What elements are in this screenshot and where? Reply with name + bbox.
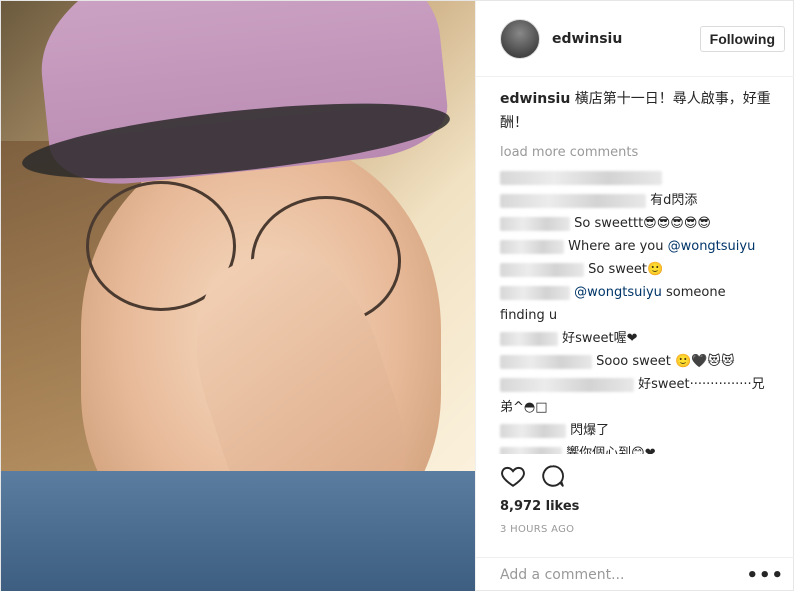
comment-text: 好sweet喔❤ bbox=[562, 331, 638, 346]
add-comment-bar: Add a comment... ••• bbox=[476, 557, 794, 591]
caption-username[interactable]: edwinsiu bbox=[500, 91, 570, 107]
comment-item bbox=[500, 166, 771, 189]
comment-item: 好sweet···············兄弟^◓□ bbox=[500, 373, 771, 419]
comment-username[interactable] bbox=[500, 377, 634, 392]
comment-icon[interactable] bbox=[540, 463, 566, 489]
comment-text: So sweet🙂 bbox=[588, 262, 664, 277]
header-username[interactable]: edwinsiu bbox=[552, 31, 700, 47]
comment-item: 好sweet喔❤ bbox=[500, 327, 771, 350]
post-actions bbox=[500, 463, 566, 489]
comment-username[interactable] bbox=[500, 331, 558, 346]
comment-username[interactable] bbox=[500, 354, 592, 369]
comment-username[interactable] bbox=[500, 262, 584, 277]
comment-text: Sooo sweet 🙂🖤😻😻 bbox=[596, 354, 735, 369]
comment-item: 閃爆了 bbox=[500, 419, 771, 442]
following-button[interactable]: Following bbox=[699, 25, 785, 52]
comment-item: Sooo sweet 🙂🖤😻😻 bbox=[500, 350, 771, 373]
comment-username[interactable] bbox=[500, 170, 662, 185]
comment-username[interactable] bbox=[500, 216, 570, 231]
comment-username[interactable] bbox=[500, 239, 564, 254]
post-sidebar: edwinsiu Following edwinsiu 橫店第十一日！尋人啟事，… bbox=[475, 1, 794, 591]
comment-text: 閃爆了 bbox=[570, 423, 610, 438]
comment-text: 有d閃添 bbox=[650, 193, 698, 208]
comment-item: 有d閃添 bbox=[500, 189, 771, 212]
comment-username[interactable] bbox=[500, 446, 562, 454]
heart-icon[interactable] bbox=[500, 463, 526, 489]
comment-mention[interactable]: @wongtsuiyu bbox=[668, 239, 756, 254]
load-more-comments[interactable]: load more comments bbox=[500, 141, 771, 164]
comment-username[interactable] bbox=[500, 285, 570, 300]
comment-text: So sweettt😎😎😎😎😎 bbox=[574, 216, 711, 231]
add-comment-input[interactable]: Add a comment... bbox=[500, 567, 746, 583]
post-header: edwinsiu Following bbox=[476, 1, 794, 77]
likes-count[interactable]: 8,972 likes bbox=[500, 499, 579, 514]
comment-item: 響你個心到😊❤ bbox=[500, 442, 771, 454]
comment-username[interactable] bbox=[500, 423, 566, 438]
comment-item: @wongtsuiyu someone finding u bbox=[500, 281, 771, 327]
comment-item: So sweet🙂 bbox=[500, 258, 771, 281]
comment-text: 響你個心到😊❤ bbox=[566, 446, 656, 454]
comment-mention[interactable]: @wongtsuiyu bbox=[574, 285, 662, 300]
comment-item: So sweettt😎😎😎😎😎 bbox=[500, 212, 771, 235]
comment-item: Where are you @wongtsuiyu bbox=[500, 235, 771, 258]
comments-list: edwinsiu 橫店第十一日！尋人啟事，好重酬！ load more comm… bbox=[476, 77, 794, 454]
comment-username[interactable] bbox=[500, 193, 646, 208]
post-timestamp[interactable]: 3 HOURS AGO bbox=[500, 524, 574, 535]
more-options-icon[interactable]: ••• bbox=[746, 565, 784, 586]
comment-text: Where are you bbox=[568, 239, 668, 254]
avatar[interactable] bbox=[500, 18, 540, 59]
post-photo[interactable] bbox=[1, 1, 475, 591]
caption: edwinsiu 橫店第十一日！尋人啟事，好重酬！ bbox=[500, 87, 771, 135]
photo-shirt bbox=[1, 471, 475, 591]
instagram-post: edwinsiu Following edwinsiu 橫店第十一日！尋人啟事，… bbox=[0, 0, 794, 591]
